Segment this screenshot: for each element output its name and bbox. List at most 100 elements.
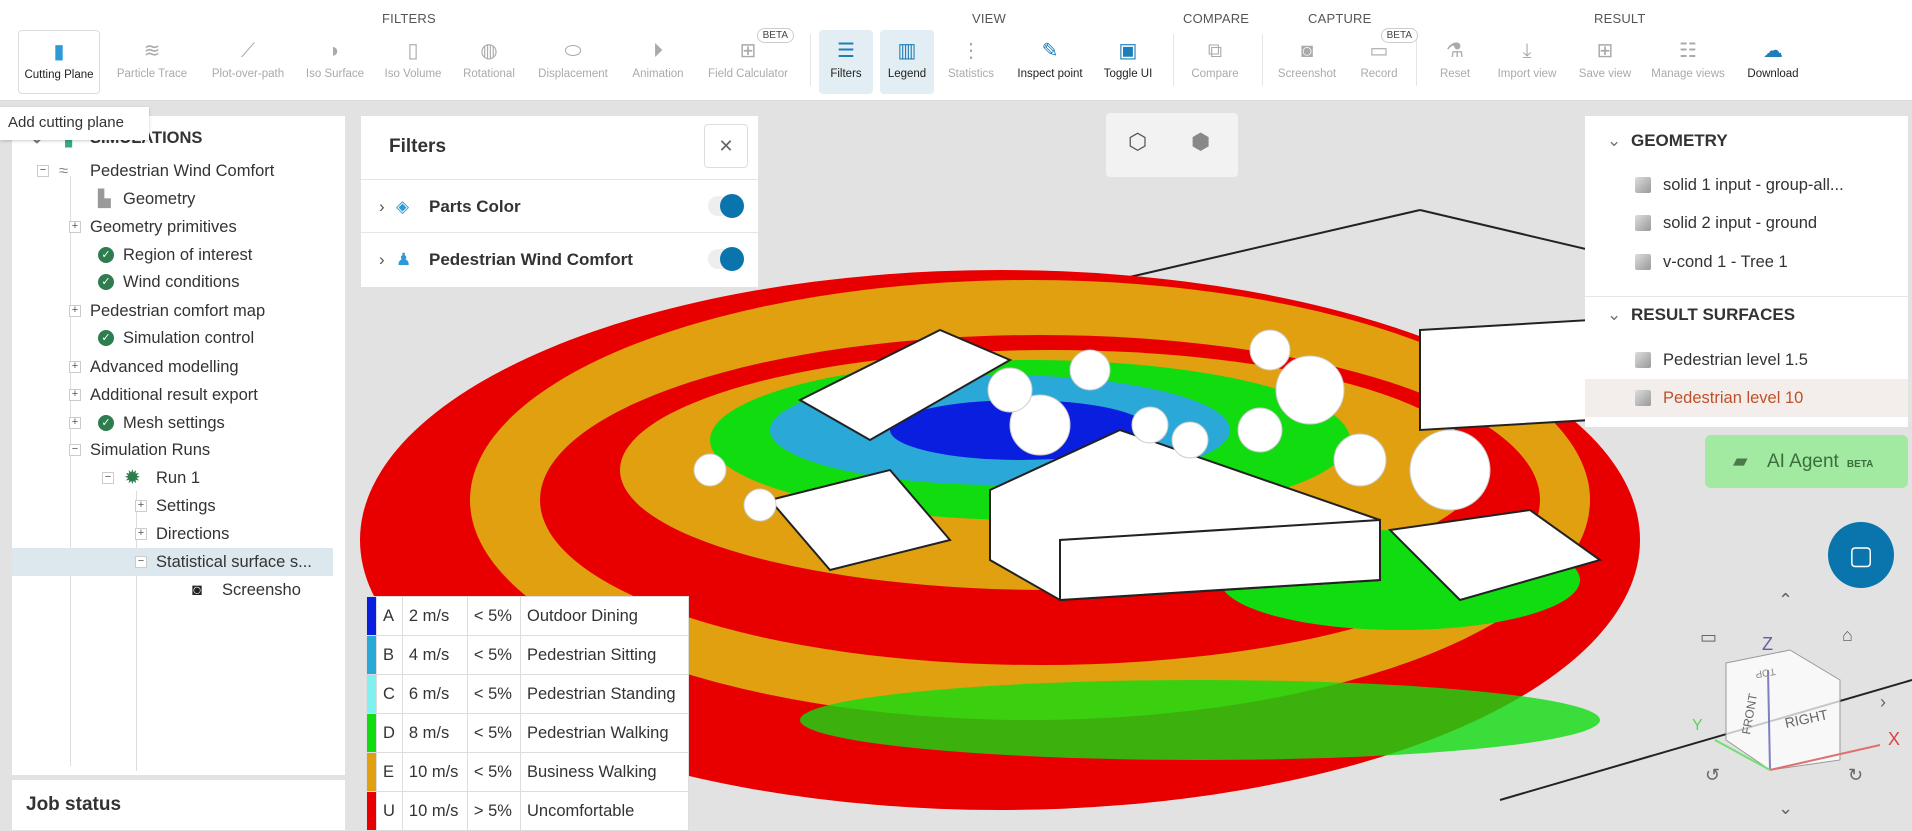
legend-icon: ▥ — [897, 40, 917, 62]
rotate-left-icon[interactable]: ↺ — [1705, 765, 1720, 786]
axis-z-label: Z — [1762, 634, 1773, 654]
wireframe-cube-icon[interactable]: ⬡ — [1128, 129, 1147, 155]
chat-bubble-icon: ▢ — [1848, 540, 1874, 570]
result-surface-item[interactable]: Pedestrian level 1.5 — [1585, 341, 1908, 379]
collapse-icon[interactable]: − — [37, 165, 49, 177]
toggle-ui-button[interactable]: ▣ Toggle UI — [1087, 30, 1169, 94]
check-icon: ✓ — [98, 247, 114, 263]
legend-speed: 4 m/s — [401, 635, 468, 675]
tree-item-screenshot[interactable]: ◙ Screensho — [12, 576, 333, 604]
expand-icon[interactable]: + — [135, 528, 147, 540]
screenshot-button[interactable]: ◙ Screenshot — [1266, 30, 1348, 94]
result-surface-item-selected[interactable]: Pedestrian level 10 — [1585, 379, 1908, 417]
expand-icon[interactable]: + — [69, 389, 81, 401]
animation-button[interactable]: ⏵ Animation — [617, 30, 699, 94]
collapse-icon[interactable]: − — [69, 444, 81, 456]
tree-item-wind-conditions[interactable]: ✓ Wind conditions — [12, 268, 333, 296]
support-chat-button[interactable]: ▢ — [1828, 522, 1894, 588]
legend-category: Business Walking — [520, 752, 689, 792]
geometry-icon: ▙ — [98, 190, 111, 208]
field-calculator-button[interactable]: BETA ⊞ Field Calculator — [700, 28, 796, 94]
legend-swatch — [366, 791, 377, 831]
camera-mode-icon[interactable]: ▭ — [1700, 627, 1717, 648]
plot-over-path-button[interactable]: ⟋ Plot-over-path — [207, 30, 289, 94]
pedestrian-wind-comfort-toggle[interactable] — [708, 247, 744, 271]
record-button[interactable]: BETA ▭ Record — [1338, 28, 1420, 94]
legend-category: Pedestrian Standing — [520, 674, 689, 714]
tree-item-mesh-settings[interactable]: + ✓ Mesh settings — [12, 409, 333, 437]
tree-item-simulation-control[interactable]: ✓ Simulation control — [12, 324, 333, 352]
filters-button[interactable]: ☰ Filters — [819, 30, 873, 94]
geometry-item[interactable]: v-cond 1 - Tree 1 — [1585, 243, 1908, 281]
expand-icon[interactable]: + — [69, 361, 81, 373]
chevron-right-icon[interactable]: › — [379, 233, 385, 286]
legend-row: E 10 m/s < 5% Business Walking — [366, 752, 689, 792]
parts-color-toggle[interactable] — [708, 194, 744, 218]
tree-item-region-of-interest[interactable]: ✓ Region of interest — [12, 241, 333, 269]
tree-item-settings[interactable]: + Settings — [12, 492, 333, 520]
manage-views-button[interactable]: ☷ Manage views — [1647, 30, 1729, 94]
displacement-button[interactable]: ⬭ Displacement — [532, 30, 614, 94]
home-icon[interactable]: ⌂ — [1842, 625, 1853, 646]
plot-icon: ⟋ — [241, 40, 255, 62]
compare-button[interactable]: ⧉ Compare — [1174, 30, 1256, 94]
pan-down-icon[interactable]: ⌄ — [1778, 798, 1793, 819]
expand-icon[interactable]: + — [69, 417, 81, 429]
import-view-button[interactable]: ⤓ Import view — [1486, 30, 1568, 94]
legend-swatch — [366, 752, 377, 792]
rotational-button[interactable]: ◍ Rotational — [448, 30, 530, 94]
filter-pedestrian-wind-comfort[interactable]: › ♟ Pedestrian Wind Comfort — [361, 233, 758, 286]
group-view-label: VIEW — [972, 11, 1007, 26]
rotate-right-icon[interactable]: ↻ — [1848, 765, 1863, 786]
iso-volume-icon: ▯ — [407, 40, 419, 62]
inspect-point-button[interactable]: ✎ Inspect point — [1009, 30, 1091, 94]
reset-button[interactable]: ⚗ Reset — [1414, 30, 1496, 94]
expand-icon[interactable]: + — [135, 500, 147, 512]
expand-icon[interactable]: + — [69, 221, 81, 233]
particle-trace-button[interactable]: ≋ Particle Trace — [111, 30, 193, 94]
cube-icon — [1635, 177, 1651, 193]
tree-item-geometry[interactable]: ▙ Geometry — [12, 185, 333, 213]
expand-icon[interactable]: + — [69, 305, 81, 317]
legend-swatch — [366, 596, 377, 636]
pan-up-icon[interactable]: ⌃ — [1778, 590, 1793, 611]
play-icon: ⏵ — [653, 40, 663, 62]
collapse-icon[interactable]: − — [102, 472, 114, 484]
cutting-plane-button[interactable]: ▮ Cutting Plane — [18, 30, 100, 94]
filter-parts-color[interactable]: › ◈ Parts Color — [361, 180, 758, 233]
download-button[interactable]: ☁ Download — [1732, 30, 1814, 94]
close-icon[interactable]: ✕ — [704, 124, 748, 168]
chevron-right-icon[interactable]: › — [379, 180, 385, 233]
legend-frequency: < 5% — [466, 674, 522, 714]
pan-right-icon[interactable]: › — [1880, 692, 1886, 713]
cube-icon — [1635, 254, 1651, 270]
legend-frequency: < 5% — [466, 596, 522, 636]
tree-item-run-1[interactable]: − ✹ Run 1 — [12, 464, 333, 492]
legend-row: D 8 m/s < 5% Pedestrian Walking — [366, 713, 689, 753]
collapse-icon[interactable]: − — [135, 556, 147, 568]
job-status-panel[interactable]: Job status — [12, 780, 345, 830]
iso-volume-button[interactable]: ▯ Iso Volume — [372, 30, 454, 94]
geometry-item[interactable]: solid 2 input - ground — [1585, 204, 1908, 242]
legend-row: A 2 m/s < 5% Outdoor Dining — [366, 596, 689, 636]
statistics-button[interactable]: ⋮ Statistics — [930, 30, 1012, 94]
tree-item-geometry-primitives[interactable]: + Geometry primitives — [12, 213, 333, 241]
tree-item-pedestrian-wind-comfort[interactable]: − ≈ Pedestrian Wind Comfort — [12, 157, 333, 185]
tree-item-additional-result-export[interactable]: + Additional result export — [12, 381, 333, 409]
solid-cube-icon[interactable]: ⬢ — [1191, 129, 1210, 155]
tree-item-advanced-modelling[interactable]: + Advanced modelling — [12, 353, 333, 381]
tree-item-directions[interactable]: + Directions — [12, 520, 333, 548]
legend-row: U 10 m/s > 5% Uncomfortable — [366, 791, 689, 831]
geometry-item[interactable]: solid 1 input - group-all... — [1585, 166, 1908, 204]
chat-icon: ▰ — [1733, 451, 1748, 472]
ai-agent-button[interactable]: ▰ AI Agent BETA — [1705, 435, 1908, 488]
save-view-button[interactable]: ⊞ Save view — [1564, 30, 1646, 94]
tree-item-statistical-surface[interactable]: − Statistical surface s... — [12, 548, 333, 576]
chevron-down-icon: ⌄ — [1607, 131, 1622, 150]
legend-button[interactable]: ▥ Legend — [880, 30, 934, 94]
tree-item-pedestrian-comfort-map[interactable]: + Pedestrian comfort map — [12, 297, 333, 325]
tree-item-simulation-runs[interactable]: − Simulation Runs — [12, 436, 333, 464]
axis-y-label: Y — [1692, 717, 1703, 734]
iso-surface-button[interactable]: ◗ Iso Surface — [294, 30, 376, 94]
manage-icon: ☷ — [1679, 40, 1697, 62]
